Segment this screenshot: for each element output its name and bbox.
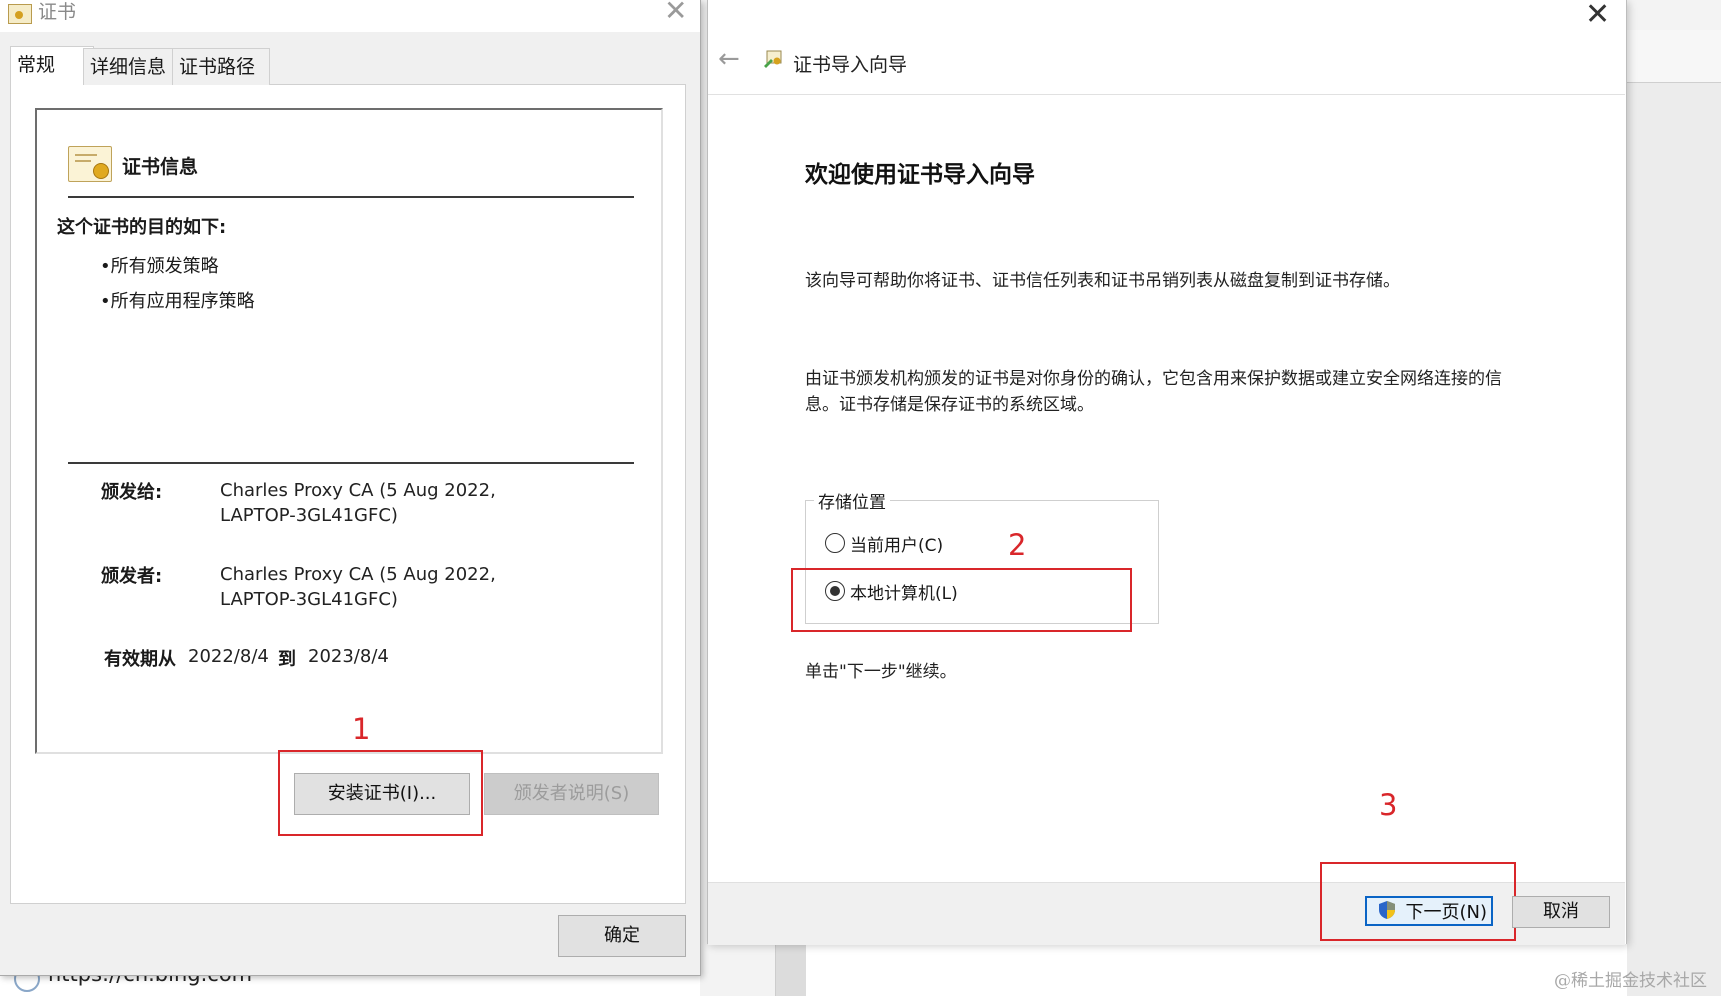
issued-by-value-line2: LAPTOP-3GL41GFC)	[220, 589, 398, 610]
certificate-dialog-titlebar	[0, 0, 700, 32]
issued-by-value-line1: Charles Proxy CA (5 Aug 2022,	[220, 564, 496, 585]
certificate-dialog-title: 证书	[38, 1, 77, 23]
purpose-item: •所有应用程序策略	[100, 291, 255, 312]
tab-certification-path[interactable]: 证书路径	[172, 48, 270, 85]
purpose-heading: 这个证书的目的如下:	[57, 217, 227, 238]
wizard-header-title: 证书导入向导	[793, 54, 908, 76]
issued-to-label: 颁发给:	[101, 482, 163, 503]
install-certificate-button[interactable]: 安装证书(I)...	[294, 773, 470, 815]
annotation-step-1: 1	[352, 712, 371, 746]
annotation-step-3: 3	[1379, 788, 1398, 822]
annotation-box-local-machine	[791, 568, 1132, 632]
purpose-item: •所有颁发策略	[100, 256, 219, 277]
wizard-welcome-title: 欢迎使用证书导入向导	[805, 162, 1035, 188]
tab-general[interactable]: 常规	[10, 46, 94, 85]
valid-from-value: 2022/8/4	[188, 646, 269, 667]
annotation-step-2: 2	[1008, 528, 1027, 562]
continue-hint: 单击"下一步"继续。	[805, 662, 957, 682]
ok-button[interactable]: 确定	[558, 915, 686, 957]
certificate-import-wizard	[707, 0, 1627, 944]
tab-details[interactable]: 详细信息	[83, 48, 181, 85]
cancel-button[interactable]: 取消	[1512, 896, 1610, 928]
background-window-toolbar	[1625, 30, 1721, 83]
back-arrow-icon[interactable]: ←	[718, 44, 740, 74]
background-scrollbar	[776, 944, 806, 996]
issued-to-value-line1: Charles Proxy CA (5 Aug 2022,	[220, 480, 496, 501]
background-window-panel	[1625, 30, 1721, 996]
certificate-wizard-icon	[764, 50, 782, 68]
issued-to-value-line2: LAPTOP-3GL41GFC)	[220, 505, 398, 526]
issued-by-label: 颁发者:	[101, 566, 163, 587]
wizard-description-line2: 息。证书存储是保存证书的系统区域。	[805, 395, 1094, 415]
valid-to-value: 2023/8/4	[308, 646, 389, 667]
certificate-icon	[68, 146, 112, 182]
divider	[68, 196, 634, 198]
validity-label: 有效期从	[104, 649, 176, 670]
divider	[68, 462, 634, 464]
validity-to-label: 到	[278, 649, 296, 670]
radio-current-user[interactable]	[825, 533, 845, 553]
certificate-icon	[8, 4, 32, 24]
radio-current-user-label[interactable]: 当前用户(C)	[850, 531, 943, 556]
store-location-label: 存储位置	[814, 488, 890, 513]
uac-shield-icon	[1379, 901, 1395, 919]
divider	[708, 94, 1625, 95]
certificate-info-title: 证书信息	[122, 156, 199, 178]
issuer-statement-button[interactable]: 颁发者说明(S)	[484, 773, 659, 815]
background-window-content	[775, 940, 1627, 996]
wizard-description: 该向导可帮助你将证书、证书信任列表和证书吊销列表从磁盘复制到证书存储。	[805, 271, 1400, 291]
wizard-description-line1: 由证书颁发机构颁发的证书是对你身份的确认，它包含用来保护数据或建立安全网络连接的…	[805, 369, 1502, 389]
close-icon[interactable]: ✕	[664, 0, 687, 26]
watermark-text: @稀土掘金技术社区	[1554, 971, 1707, 991]
close-icon[interactable]: ✕	[1585, 0, 1610, 30]
